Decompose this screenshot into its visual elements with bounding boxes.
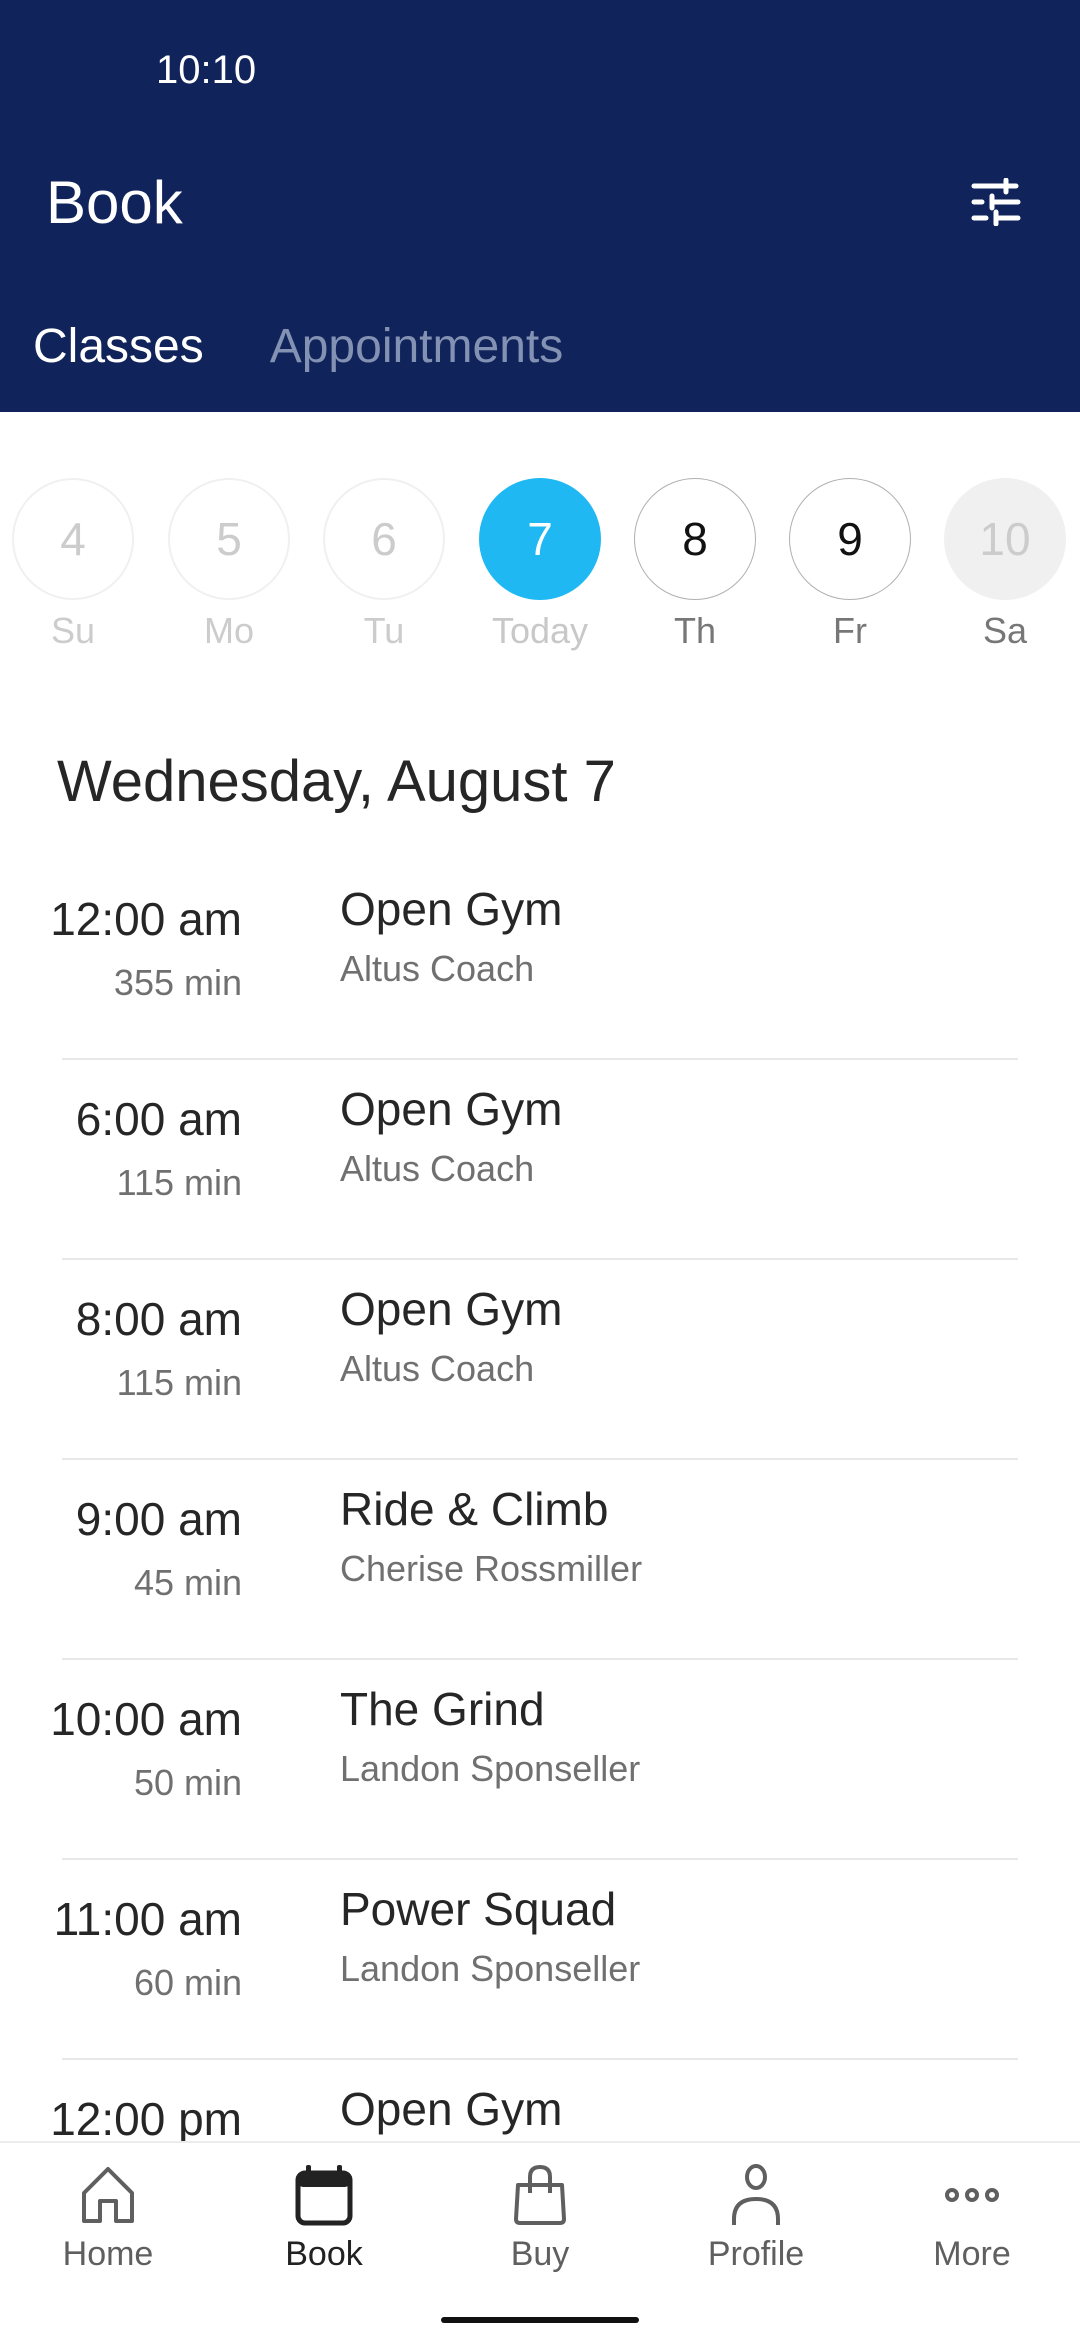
day-label: Sa: [982, 610, 1028, 651]
day-number: 6: [323, 478, 445, 600]
day-label: Mo: [203, 610, 254, 651]
nav-buy[interactable]: Buy: [432, 2163, 648, 2274]
class-time: 9:00 am: [75, 1493, 242, 1545]
class-name: Ride & Climb: [340, 1483, 609, 1535]
class-duration: 115 min: [116, 1162, 242, 1203]
class-row[interactable]: 10:00 am 50 min The Grind Landon Sponsel…: [0, 1660, 1080, 1860]
class-row[interactable]: 8:00 am 115 min Open Gym Altus Coach: [0, 1260, 1080, 1460]
tab-classes[interactable]: Classes: [0, 312, 237, 392]
day-number: 9: [789, 478, 911, 600]
day-number: 4: [12, 478, 134, 600]
day-tuesday[interactable]: 6 Tu: [323, 478, 445, 652]
class-duration: 50 min: [133, 1762, 242, 1803]
class-time: 6:00 am: [75, 1093, 242, 1145]
class-time: 12:00 pm: [50, 2093, 242, 2142]
class-duration: 45 min: [133, 1562, 242, 1603]
day-label: Tu: [363, 610, 405, 651]
filter-button[interactable]: [960, 166, 1032, 238]
status-bar-time: 10:10: [156, 48, 257, 92]
class-list[interactable]: 12:00 am 355 min Open Gym Altus Coach 6:…: [0, 860, 1080, 2142]
class-duration: 355 min: [113, 962, 242, 1003]
class-time: 10:00 am: [50, 1693, 242, 1745]
sliders-icon: [971, 178, 1021, 226]
nav-label: Home: [62, 2235, 154, 2273]
class-name: Power Squad: [340, 1883, 617, 1935]
class-row[interactable]: 6:00 am 115 min Open Gym Altus Coach: [0, 1060, 1080, 1260]
home-indicator[interactable]: [441, 2317, 639, 2323]
day-label: Th: [673, 610, 716, 651]
nav-home[interactable]: Home: [0, 2163, 216, 2274]
date-strip: 4 Su 5 Mo 6 Tu 7 Today 8 Th 9 Fr 10 Sa: [0, 478, 1080, 658]
selected-date-heading: Wednesday, August 7: [57, 749, 616, 814]
nav-book[interactable]: Book: [216, 2163, 432, 2274]
class-duration: 115 min: [116, 1362, 242, 1403]
day-friday[interactable]: 9 Fr: [789, 478, 911, 652]
bottom-nav: Home Book Buy Profile More: [0, 2141, 1080, 2340]
class-name: The Grind: [340, 1683, 545, 1735]
day-thursday[interactable]: 8 Th: [634, 478, 756, 652]
class-time: 8:00 am: [75, 1293, 242, 1345]
app-header: 10:10 Book Classes Appointments: [0, 0, 1080, 412]
nav-label: Book: [285, 2235, 363, 2273]
day-today[interactable]: 7 Today: [479, 478, 601, 652]
class-time: 11:00 am: [53, 1893, 242, 1945]
day-number: 5: [168, 478, 290, 600]
nav-label: Profile: [707, 2235, 805, 2273]
class-time: 12:00 am: [50, 893, 242, 945]
day-label: Su: [50, 610, 96, 651]
nav-profile[interactable]: Profile: [648, 2163, 864, 2274]
class-instructor: Cherise Rossmiller: [340, 1548, 643, 1589]
tab-bar: Classes Appointments: [0, 312, 596, 392]
nav-more[interactable]: More: [864, 2163, 1080, 2274]
day-monday[interactable]: 5 Mo: [168, 478, 290, 652]
day-number: 10: [944, 478, 1066, 600]
class-instructor: Altus Coach: [340, 1348, 535, 1389]
class-instructor: Landon Sponseller: [340, 1948, 641, 1989]
home-icon: [82, 2167, 134, 2223]
class-row[interactable]: 11:00 am 60 min Power Squad Landon Spons…: [0, 1860, 1080, 2060]
person-icon: [732, 2164, 780, 2225]
day-number: 7: [479, 478, 601, 600]
nav-label: More: [933, 2235, 1011, 2273]
class-instructor: Landon Sponseller: [340, 1748, 641, 1789]
calendar-icon: [295, 2165, 353, 2226]
day-label: Today: [491, 610, 589, 651]
day-label: Fr: [833, 610, 867, 651]
class-name: Open Gym: [340, 883, 563, 935]
day-sunday[interactable]: 4 Su: [12, 478, 134, 652]
day-number: 8: [634, 478, 756, 600]
class-duration: 60 min: [133, 1962, 242, 2003]
class-name: Open Gym: [340, 1283, 563, 1335]
class-instructor: Altus Coach: [340, 948, 535, 989]
page-title: Book: [46, 169, 183, 236]
class-name: Open Gym: [340, 2083, 563, 2135]
day-saturday[interactable]: 10 Sa: [944, 478, 1066, 652]
more-dots-icon: [945, 2188, 999, 2202]
nav-label: Buy: [510, 2235, 570, 2273]
tab-appointments[interactable]: Appointments: [237, 312, 597, 392]
class-instructor: Altus Coach: [340, 1148, 535, 1189]
class-row[interactable]: 12:00 pm Open Gym: [0, 2060, 1080, 2142]
class-row[interactable]: 12:00 am 355 min Open Gym Altus Coach: [0, 860, 1080, 1060]
class-name: Open Gym: [340, 1083, 563, 1135]
shopping-bag-icon: [514, 2164, 566, 2225]
class-row[interactable]: 9:00 am 45 min Ride & Climb Cherise Ross…: [0, 1460, 1080, 1660]
